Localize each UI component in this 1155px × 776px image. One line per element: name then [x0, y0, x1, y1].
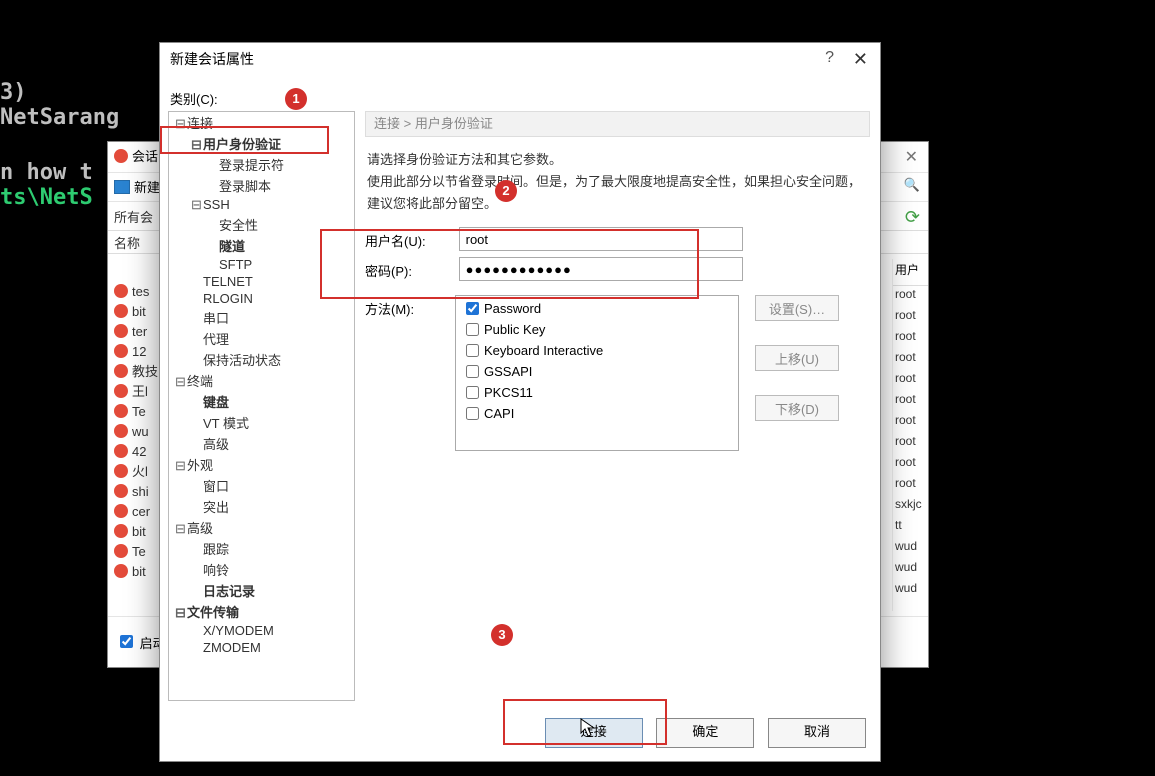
username-input[interactable]: [459, 227, 743, 251]
method-capi[interactable]: CAPI: [462, 403, 732, 424]
user-cell: root: [893, 286, 928, 307]
tree-node[interactable]: 代理: [169, 328, 354, 349]
tree-node[interactable]: 日志记录: [169, 580, 354, 601]
user-cell: wud: [893, 580, 928, 601]
tree-node[interactable]: 安全性: [169, 214, 354, 235]
tree-node[interactable]: TELNET: [169, 273, 354, 290]
tree-node[interactable]: ⊟高级: [169, 517, 354, 538]
user-cell: wud: [893, 559, 928, 580]
tree-node[interactable]: RLOGIN: [169, 290, 354, 307]
dialog-title: 新建会话属性: [160, 43, 880, 75]
tree-node[interactable]: ⊟连接: [169, 112, 354, 133]
tree-node[interactable]: ⊟文件传输: [169, 601, 354, 622]
username-label: 用户名(U):: [365, 231, 455, 250]
app-icon: [114, 149, 128, 163]
tree-node[interactable]: SFTP: [169, 256, 354, 273]
user-cell: root: [893, 454, 928, 475]
user-cell: root: [893, 391, 928, 412]
user-cell: sxkjc: [893, 496, 928, 517]
tree-node[interactable]: 键盘: [169, 391, 354, 412]
move-down-button[interactable]: 下移(D): [755, 395, 839, 421]
category-tree[interactable]: ⊟连接⊟用户身份验证登录提示符登录脚本⊟SSH安全性隧道SFTPTELNETRL…: [168, 111, 355, 701]
method-keyboard-interactive[interactable]: Keyboard Interactive: [462, 340, 732, 361]
user-cell: root: [893, 307, 928, 328]
tree-node[interactable]: 隧道: [169, 235, 354, 256]
user-cell: tt: [893, 517, 928, 538]
search-icon[interactable]: 🔍: [904, 177, 920, 193]
tree-node[interactable]: 登录提示符: [169, 154, 354, 175]
password-label: 密码(P):: [365, 261, 455, 280]
category-label: 类别(C):: [170, 89, 218, 108]
user-cell: root: [893, 475, 928, 496]
all-sessions-label: 所有会: [114, 207, 153, 226]
close-icon[interactable]: ✕: [853, 49, 868, 70]
ok-button[interactable]: 确定: [656, 718, 754, 748]
tree-node[interactable]: 保持活动状态: [169, 349, 354, 370]
sessions-user-column: 用户 rootrootrootrootrootrootrootrootrootr…: [892, 259, 928, 611]
method-publickey[interactable]: Public Key: [462, 319, 732, 340]
tree-node[interactable]: 串口: [169, 307, 354, 328]
password-input[interactable]: [459, 257, 743, 281]
new-session-properties-dialog: 新建会话属性 ? ✕ 类别(C): ⊟连接⊟用户身份验证登录提示符登录脚本⊟SS…: [159, 42, 881, 762]
tree-node[interactable]: 高级: [169, 433, 354, 454]
description-text: 请选择身份验证方法和其它参数。 使用此部分以节省登录时间。但是，为了最大限度地提…: [367, 149, 868, 215]
breadcrumb: 连接 > 用户身份验证: [365, 111, 870, 137]
method-gssapi[interactable]: GSSAPI: [462, 361, 732, 382]
user-cell: root: [893, 433, 928, 454]
tree-node[interactable]: ⊟终端: [169, 370, 354, 391]
help-icon[interactable]: ?: [825, 49, 834, 67]
user-cell: root: [893, 370, 928, 391]
user-cell: root: [893, 328, 928, 349]
tree-node[interactable]: VT 模式: [169, 412, 354, 433]
settings-button[interactable]: 设置(S)…: [755, 295, 839, 321]
close-icon[interactable]: ✕: [905, 147, 918, 167]
cancel-button[interactable]: 取消: [768, 718, 866, 748]
tree-node[interactable]: ⊟外观: [169, 454, 354, 475]
cursor-icon: [580, 718, 596, 738]
move-up-button[interactable]: 上移(U): [755, 345, 839, 371]
method-label: 方法(M):: [365, 295, 455, 318]
terminal-text: 3) NetSarang n how t ts\NetS: [0, 80, 119, 210]
tree-node[interactable]: 突出: [169, 496, 354, 517]
tree-node[interactable]: 登录脚本: [169, 175, 354, 196]
tree-node[interactable]: ZMODEM: [169, 639, 354, 656]
tree-node[interactable]: ⊟SSH: [169, 196, 354, 214]
new-session-button[interactable]: 新建: [114, 177, 160, 196]
method-pkcs11[interactable]: PKCS11: [462, 382, 732, 403]
user-cell: root: [893, 349, 928, 370]
tree-node[interactable]: X/YMODEM: [169, 622, 354, 639]
tree-node[interactable]: 跟踪: [169, 538, 354, 559]
refresh-icon[interactable]: ⟳: [905, 207, 920, 228]
method-password[interactable]: Password: [462, 298, 732, 319]
auth-methods-list[interactable]: Password Public Key Keyboard Interactive…: [455, 295, 739, 451]
user-cell: wud: [893, 538, 928, 559]
tree-node[interactable]: 窗口: [169, 475, 354, 496]
tree-node[interactable]: 响铃: [169, 559, 354, 580]
tree-node[interactable]: ⊟用户身份验证: [169, 133, 354, 154]
user-cell: root: [893, 412, 928, 433]
